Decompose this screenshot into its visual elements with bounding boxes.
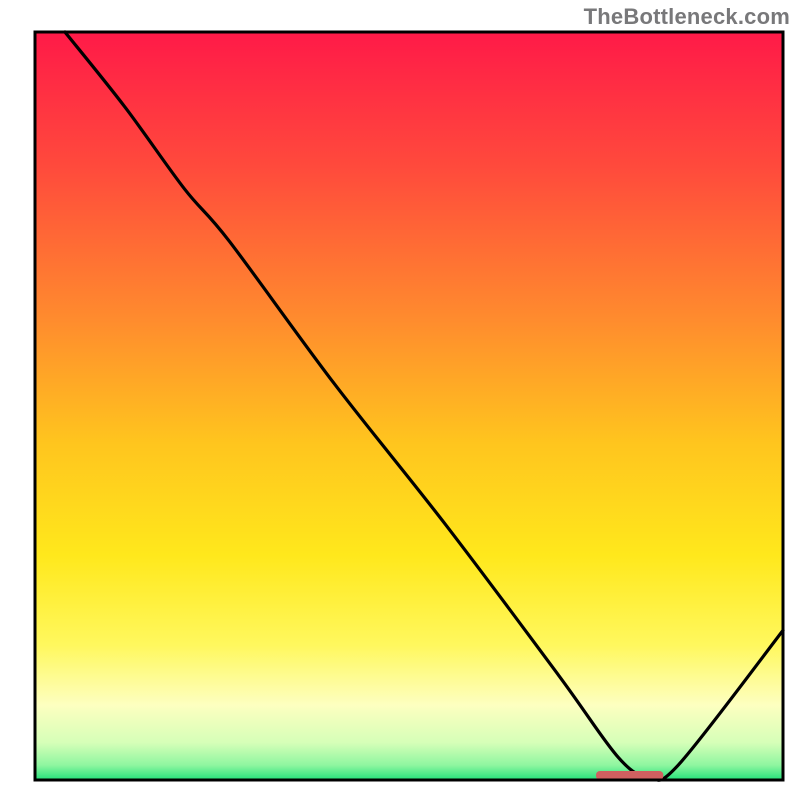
plot-background: [35, 32, 783, 780]
chart-container: { "attribution": "TheBottleneck.com", "c…: [0, 0, 800, 800]
attribution-text: TheBottleneck.com: [584, 4, 790, 30]
bottleneck-chart: [0, 0, 800, 800]
